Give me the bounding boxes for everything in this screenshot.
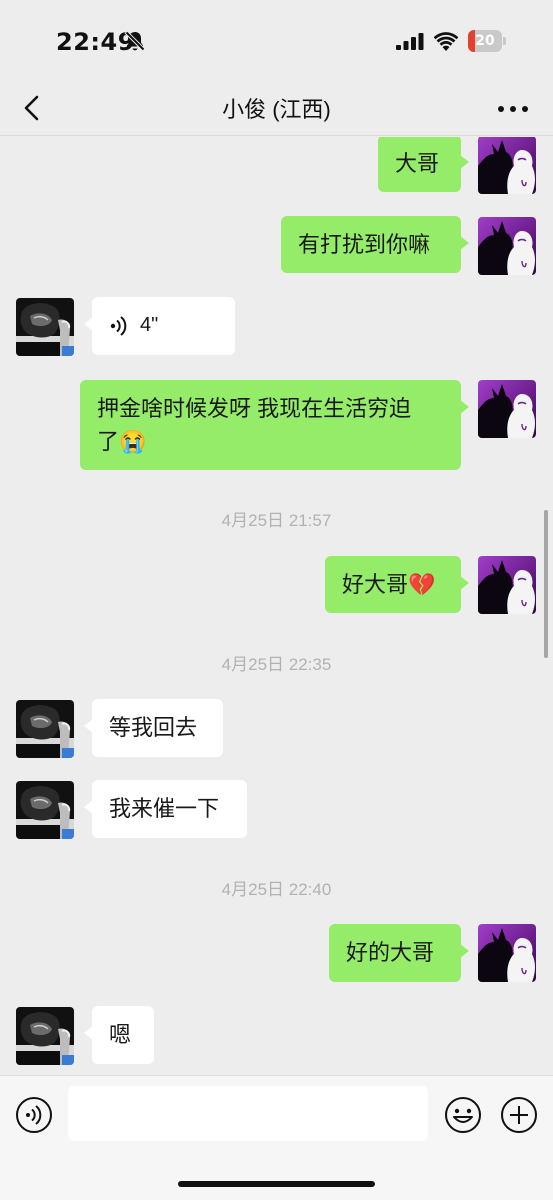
message-bubble[interactable]: 好大哥💔 xyxy=(325,556,469,613)
avatar[interactable] xyxy=(16,700,74,758)
plus-icon[interactable] xyxy=(500,1096,538,1134)
message-bubble[interactable]: 嗯 xyxy=(84,1006,154,1064)
message-timestamp: 4月25日 22:40 xyxy=(221,880,332,899)
chat-header: 小俊 (江西) xyxy=(0,80,553,136)
voice-message-bubble[interactable]: 4" xyxy=(84,297,235,355)
message-bubble[interactable]: 大哥 xyxy=(378,137,469,192)
battery-icon: 20 xyxy=(468,30,506,52)
cellular-signal-icon xyxy=(396,33,424,50)
avatar[interactable] xyxy=(478,380,536,438)
message-bubble[interactable]: 我来催一下 xyxy=(84,780,247,838)
status-bar: 22:49 20 xyxy=(0,0,553,80)
battery-level: 20 xyxy=(475,33,495,49)
message-bubble[interactable]: 押金啥时候发呀 我现在生活穷迫 了😭 xyxy=(80,380,469,470)
message-text: 好大哥 xyxy=(342,572,409,597)
message-text: 有打扰到你嘛 xyxy=(298,232,431,257)
crying-emoji-icon: 😭 xyxy=(119,429,147,454)
chat-title: 小俊 (江西) xyxy=(222,97,331,122)
avatar[interactable] xyxy=(478,556,536,614)
message-text: 大哥 xyxy=(395,151,440,176)
avatar[interactable] xyxy=(16,1007,74,1065)
emoji-icon[interactable] xyxy=(444,1096,482,1134)
message-bubble[interactable]: 有打扰到你嘛 xyxy=(281,216,469,273)
message-text: 我来催一下 xyxy=(109,796,220,821)
message-timestamp: 4月25日 21:57 xyxy=(221,511,332,530)
bell-slash-icon xyxy=(124,30,146,52)
message-text-line2: 了 xyxy=(97,429,120,454)
avatar[interactable] xyxy=(478,217,536,275)
wifi-icon xyxy=(434,32,458,51)
message-text: 好的大哥 xyxy=(346,940,435,965)
avatar[interactable] xyxy=(16,298,74,356)
chat-messages[interactable]: 大哥 有打扰到你嘛 4" 押金啥时候发呀 我现在生活穷迫 了😭 4月25日 21 xyxy=(0,137,553,1075)
message-text: 嗯 xyxy=(109,1022,132,1047)
voice-wave-icon xyxy=(110,316,127,336)
avatar[interactable] xyxy=(478,924,536,982)
voice-duration: 4" xyxy=(140,314,159,336)
voice-icon[interactable] xyxy=(15,1096,53,1134)
broken-heart-emoji-icon: 💔 xyxy=(408,572,436,597)
message-text: 押金啥时候发呀 我现在生活穷迫 xyxy=(97,396,412,421)
home-indicator xyxy=(178,1181,375,1187)
scrollbar[interactable] xyxy=(544,510,548,658)
more-dots-icon[interactable] xyxy=(497,104,529,114)
avatar[interactable] xyxy=(16,781,74,839)
message-input[interactable] xyxy=(68,1086,428,1141)
avatar[interactable] xyxy=(478,137,536,194)
message-bubble[interactable]: 好的大哥 xyxy=(329,924,469,982)
message-text: 等我回去 xyxy=(109,715,198,740)
message-bubble[interactable]: 等我回去 xyxy=(84,699,223,757)
message-timestamp: 4月25日 22:35 xyxy=(221,655,332,674)
